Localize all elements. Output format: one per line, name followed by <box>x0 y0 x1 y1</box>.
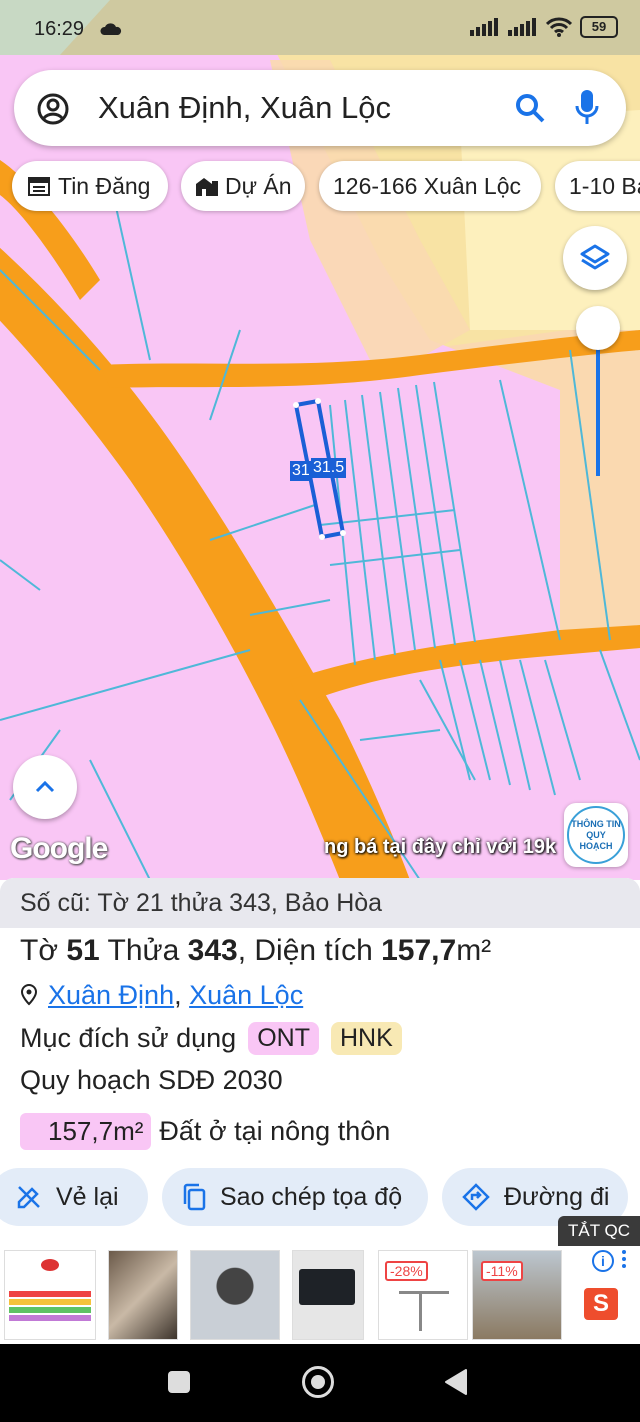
close-ad-button[interactable]: TẮT QC <box>558 1216 640 1246</box>
plan-label: Quy hoạch SDĐ 2030 <box>20 1065 283 1095</box>
ad-marquee-text[interactable]: ng bá tại đây chỉ với 19k <box>324 836 556 859</box>
ad-thumbnail[interactable]: -28% <box>378 1250 468 1340</box>
status-bar: 16:29 59 <box>0 0 640 60</box>
directions-label: Đường đi <box>504 1182 610 1211</box>
building-icon <box>196 178 218 196</box>
badge-line: THÔNG TIN <box>571 818 621 829</box>
chip-label: 1-10 Bả <box>569 172 640 199</box>
chip-tin-dang[interactable]: Tin Đăng <box>12 161 168 211</box>
ad-thumbnail[interactable] <box>108 1250 178 1340</box>
discount-badge: -11% <box>481 1261 523 1281</box>
area-label: , Diện tích <box>237 934 373 967</box>
ad-thumbnail[interactable] <box>190 1250 280 1340</box>
area-value: 157,7 <box>381 934 457 967</box>
discount-badge: -28% <box>385 1261 428 1281</box>
expand-panel-button[interactable] <box>13 755 77 819</box>
cloud-icon <box>100 23 122 35</box>
plan-area-badge: 157,7m² <box>20 1113 152 1150</box>
chip-address[interactable]: 126-166 Xuân Lộc <box>319 161 541 211</box>
shopee-logo-icon[interactable]: S <box>584 1288 618 1320</box>
redraw-icon <box>17 1186 40 1209</box>
ad-thumbnail[interactable]: -11% <box>472 1250 562 1340</box>
old-parcel-info: Số cũ: Tờ 21 thửa 343, Bảo Hòa <box>0 878 640 928</box>
ad-info-icon[interactable]: i <box>592 1250 614 1272</box>
opacity-slider-handle[interactable] <box>576 306 620 350</box>
redraw-button[interactable]: Vẻ lại <box>0 1168 148 1226</box>
opacity-slider[interactable] <box>596 328 600 476</box>
sheet-label: Tờ <box>20 934 58 967</box>
status-time: 16:29 <box>34 18 85 40</box>
search-bar[interactable]: Xuân Định, Xuân Lộc <box>14 70 626 146</box>
system-nav-bar <box>0 1344 640 1422</box>
chip-label: 126-166 Xuân Lộc <box>333 172 521 199</box>
parcel-summary: Tờ 51 Thửa 343, Diện tích 157,7m² <box>20 934 491 968</box>
parcel-edge-label: 31 <box>290 461 312 481</box>
layers-icon <box>580 244 610 270</box>
home-button[interactable] <box>302 1366 334 1398</box>
planning-info-badge[interactable]: THÔNG TIN QUY HOẠCH <box>564 803 628 867</box>
parcel-edge-label: 31.5 <box>311 458 347 478</box>
google-logo: Google <box>10 832 108 865</box>
ad-thumbnail[interactable] <box>4 1250 96 1340</box>
search-input[interactable]: Xuân Định, Xuân Lộc <box>98 90 391 126</box>
land-use-badge: ONT <box>248 1022 319 1055</box>
plan-area-description: Đất ở tại nông thôn <box>159 1116 391 1146</box>
battery-icon: 59 <box>580 16 618 38</box>
copy-coordinates-button[interactable]: Sao chép tọa độ <box>162 1168 428 1226</box>
location-pin-icon <box>20 983 38 1006</box>
ad-menu-icon[interactable] <box>622 1250 626 1268</box>
calendar-icon <box>28 177 50 196</box>
plot-number: 343 <box>187 934 238 967</box>
land-use-line: Mục đích sử dụng ONT HNK <box>20 1022 402 1055</box>
redraw-label: Vẻ lại <box>56 1182 119 1211</box>
chip-address-2[interactable]: 1-10 Bả <box>555 161 640 211</box>
microphone-icon[interactable] <box>574 88 600 128</box>
account-icon[interactable] <box>36 92 70 126</box>
back-icon[interactable] <box>444 1368 468 1396</box>
plan-area-line: 157,7m² Đất ở tại nông thôn <box>20 1113 390 1150</box>
chip-du-an[interactable]: Dự Án <box>181 161 305 211</box>
recent-apps-button[interactable] <box>168 1371 190 1393</box>
ward-link[interactable]: Xuân Định <box>48 980 174 1010</box>
area-unit: m² <box>456 934 492 967</box>
chip-label: Tin Đăng <box>58 172 151 199</box>
layers-button[interactable] <box>563 226 627 290</box>
directions-icon <box>462 1183 490 1211</box>
plot-label: Thửa <box>107 934 180 967</box>
wifi-icon <box>546 17 572 37</box>
ad-thumbnail[interactable] <box>292 1250 364 1340</box>
district-link[interactable]: Xuân Lộc <box>189 980 303 1010</box>
copy-icon <box>183 1183 206 1211</box>
chip-label: Dự Án <box>225 172 292 199</box>
search-icon[interactable] <box>514 92 546 124</box>
signal-icon <box>470 18 498 36</box>
land-use-label: Mục đích sử dụng <box>20 1023 237 1053</box>
sheet-number: 51 <box>66 934 100 967</box>
signal-icon <box>508 18 536 36</box>
ad-banner[interactable]: -28% -11% i S <box>0 1246 640 1344</box>
copy-label: Sao chép tọa độ <box>220 1182 403 1211</box>
badge-line: QUY HOẠCH <box>579 829 613 851</box>
location-line: Xuân Định, Xuân Lộc <box>20 980 303 1011</box>
chevron-up-icon <box>35 780 55 793</box>
land-use-badge: HNK <box>330 1022 402 1055</box>
status-icons: 59 <box>470 16 618 38</box>
